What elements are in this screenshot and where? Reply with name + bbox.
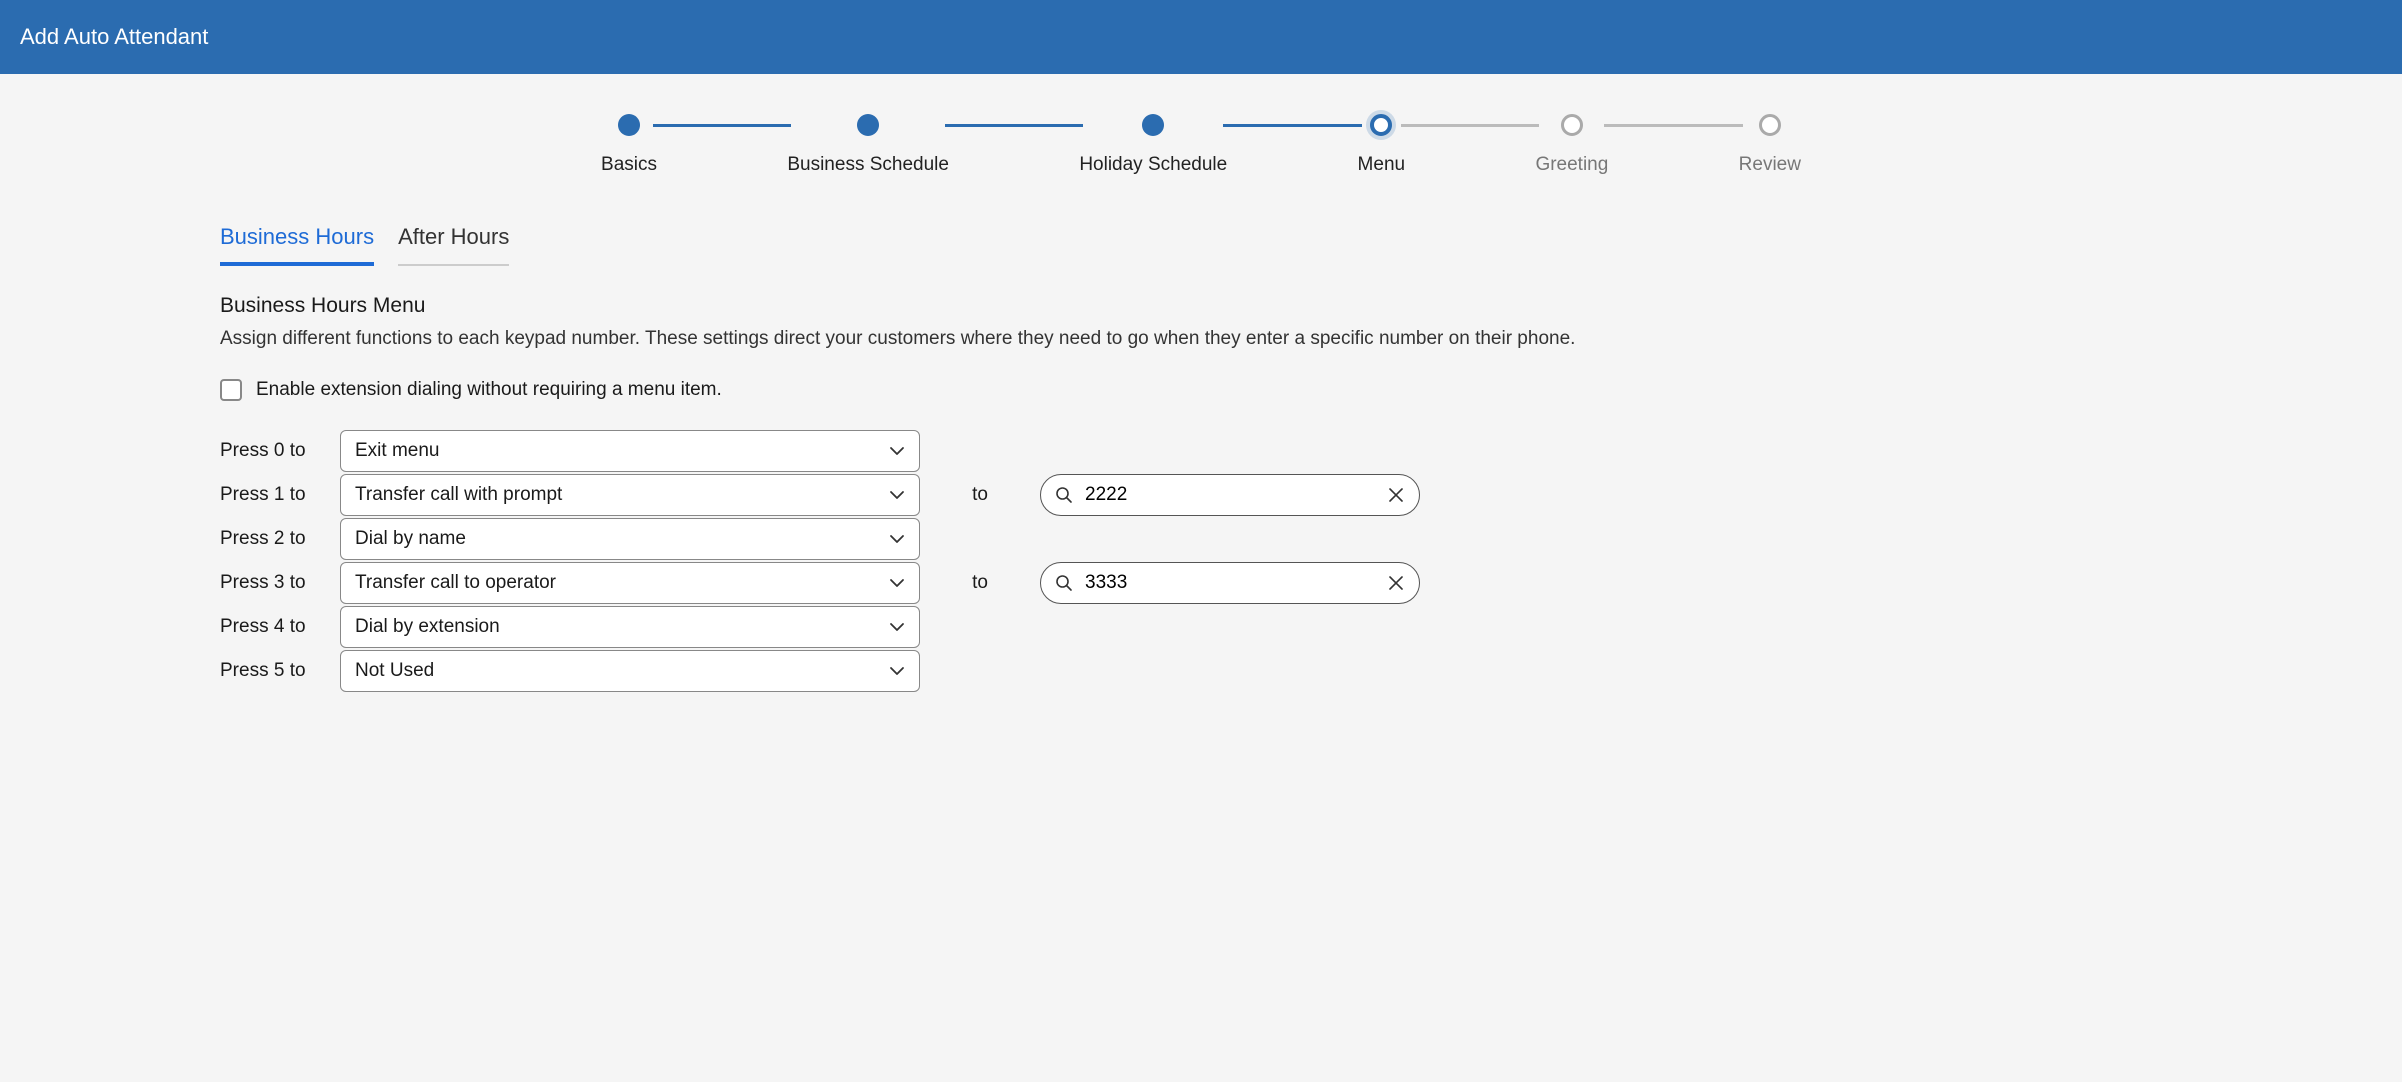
target-input-1[interactable]: [1040, 474, 1420, 516]
step-connector: [945, 124, 1083, 127]
extension-dialing-checkbox[interactable]: [220, 379, 242, 401]
tab-label: After Hours: [398, 224, 509, 249]
step-menu[interactable]: Menu: [1358, 114, 1406, 176]
close-icon: [1387, 574, 1405, 592]
action-select-3[interactable]: Transfer call to operator: [340, 562, 920, 604]
step-circle-done-icon: [1142, 114, 1164, 136]
keypad-row-3: Press 3 to Transfer call to operator to: [220, 561, 2182, 605]
step-basics[interactable]: Basics: [601, 114, 657, 176]
chevron-down-icon: [889, 443, 905, 459]
step-holiday-schedule[interactable]: Holiday Schedule: [1079, 114, 1227, 176]
keypad-row-4: Press 4 to Dial by extension: [220, 605, 2182, 649]
keypad-row-2: Press 2 to Dial by name: [220, 517, 2182, 561]
search-icon: [1055, 574, 1073, 592]
keypad-row-0: Press 0 to Exit menu: [220, 429, 2182, 473]
target-input-3[interactable]: [1040, 562, 1420, 604]
step-greeting[interactable]: Greeting: [1535, 114, 1608, 176]
step-circle-done-icon: [618, 114, 640, 136]
action-select-2[interactable]: Dial by name: [340, 518, 920, 560]
chevron-down-icon: [889, 575, 905, 591]
step-connector: [1401, 124, 1539, 127]
step-label: Menu: [1358, 154, 1406, 176]
tabs: Business Hours After Hours: [220, 216, 2182, 266]
select-value: Transfer call to operator: [355, 572, 556, 594]
section-description: Assign different functions to each keypa…: [220, 326, 2182, 353]
target-value[interactable]: [1085, 572, 1375, 594]
clear-button[interactable]: [1387, 486, 1405, 504]
select-value: Transfer call with prompt: [355, 484, 562, 506]
press-label: Press 5 to: [220, 660, 340, 682]
press-label: Press 2 to: [220, 528, 340, 550]
section-title: Business Hours Menu: [220, 294, 2182, 318]
action-select-4[interactable]: Dial by extension: [340, 606, 920, 648]
step-connector: [1604, 124, 1742, 127]
keypad-menu-rows: Press 0 to Exit menu Press 1 to Transfer…: [220, 429, 2182, 693]
extension-dialing-option: Enable extension dialing without requiri…: [220, 379, 2182, 401]
chevron-down-icon: [889, 619, 905, 635]
step-circle-pending-icon: [1759, 114, 1781, 136]
step-circle-done-icon: [857, 114, 879, 136]
to-label: to: [920, 572, 1040, 594]
tab-after-hours[interactable]: After Hours: [398, 216, 509, 266]
chevron-down-icon: [889, 531, 905, 547]
page-title: Add Auto Attendant: [20, 24, 208, 49]
press-label: Press 3 to: [220, 572, 340, 594]
select-value: Exit menu: [355, 440, 439, 462]
stepper: Basics Business Schedule Holiday Schedul…: [601, 74, 1801, 196]
keypad-row-5: Press 5 to Not Used: [220, 649, 2182, 693]
select-value: Dial by name: [355, 528, 466, 550]
step-label: Review: [1739, 154, 1801, 176]
chevron-down-icon: [889, 487, 905, 503]
step-label: Basics: [601, 154, 657, 176]
action-select-5[interactable]: Not Used: [340, 650, 920, 692]
clear-button[interactable]: [1387, 574, 1405, 592]
extension-dialing-label: Enable extension dialing without requiri…: [256, 379, 722, 401]
search-icon: [1055, 486, 1073, 504]
step-label: Business Schedule: [787, 154, 949, 176]
step-label: Greeting: [1535, 154, 1608, 176]
select-value: Not Used: [355, 660, 434, 682]
step-label: Holiday Schedule: [1079, 154, 1227, 176]
step-review[interactable]: Review: [1739, 114, 1801, 176]
step-connector: [1223, 124, 1361, 127]
step-circle-pending-icon: [1561, 114, 1583, 136]
press-label: Press 4 to: [220, 616, 340, 638]
tab-business-hours[interactable]: Business Hours: [220, 216, 374, 266]
step-business-schedule[interactable]: Business Schedule: [787, 114, 949, 176]
step-circle-active-icon: [1370, 114, 1392, 136]
main-content: Business Hours After Hours Business Hour…: [0, 196, 2402, 733]
to-label: to: [920, 484, 1040, 506]
target-value[interactable]: [1085, 484, 1375, 506]
select-value: Dial by extension: [355, 616, 500, 638]
tab-label: Business Hours: [220, 224, 374, 249]
press-label: Press 1 to: [220, 484, 340, 506]
action-select-1[interactable]: Transfer call with prompt: [340, 474, 920, 516]
press-label: Press 0 to: [220, 440, 340, 462]
action-select-0[interactable]: Exit menu: [340, 430, 920, 472]
step-connector: [653, 124, 791, 127]
chevron-down-icon: [889, 663, 905, 679]
close-icon: [1387, 486, 1405, 504]
page-header: Add Auto Attendant: [0, 0, 2402, 74]
keypad-row-1: Press 1 to Transfer call with prompt to: [220, 473, 2182, 517]
